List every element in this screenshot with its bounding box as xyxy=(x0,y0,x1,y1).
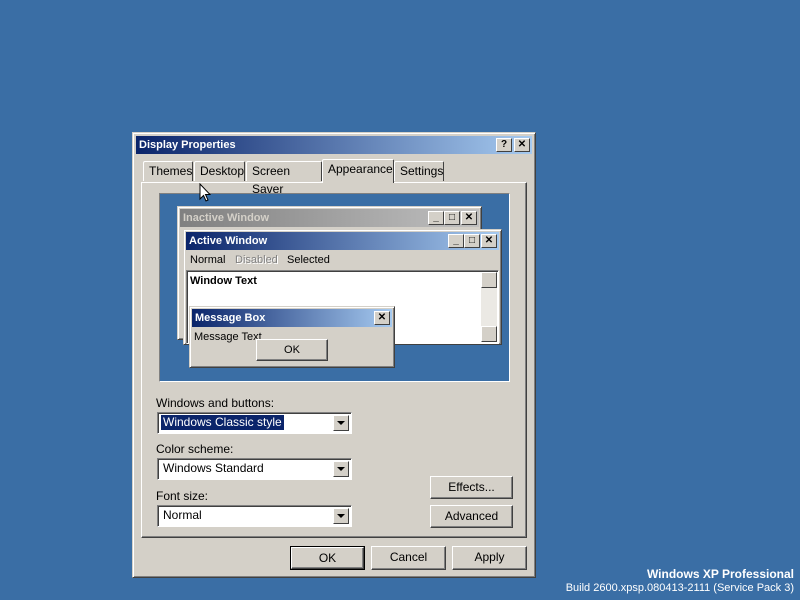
windows-buttons-label: Windows and buttons: xyxy=(156,396,275,410)
close-icon: ✕ xyxy=(461,211,477,225)
tab-appearance[interactable]: Appearance xyxy=(322,159,394,183)
appearance-preview: Inactive Window _ □ ✕ Active Window _ □ … xyxy=(159,193,510,382)
close-icon: ✕ xyxy=(374,311,390,325)
close-button[interactable]: ✕ xyxy=(514,138,530,152)
menu-disabled: Disabled xyxy=(235,254,278,266)
ok-button[interactable]: OK xyxy=(290,546,365,570)
color-scheme-label: Color scheme: xyxy=(156,442,234,456)
chevron-down-icon[interactable] xyxy=(333,508,349,524)
color-scheme-value: Windows Standard xyxy=(163,461,264,475)
chevron-down-icon[interactable] xyxy=(333,461,349,477)
help-icon: ? xyxy=(500,139,508,150)
tab-desktop[interactable]: Desktop xyxy=(194,161,245,181)
font-size-select[interactable]: Normal xyxy=(157,505,352,527)
close-icon: ✕ xyxy=(481,234,497,248)
dialog-title: Display Properties xyxy=(139,139,236,151)
tab-themes[interactable]: Themes xyxy=(143,161,193,181)
window-text: Window Text xyxy=(190,275,257,287)
minimize-icon: _ xyxy=(448,234,464,248)
minimize-icon: _ xyxy=(428,211,444,225)
font-size-label: Font size: xyxy=(156,489,209,503)
scroll-down-icon xyxy=(481,326,497,342)
close-icon: ✕ xyxy=(517,139,527,150)
maximize-icon: □ xyxy=(464,234,480,248)
windows-buttons-select[interactable]: Windows Classic style xyxy=(157,412,352,434)
apply-button[interactable]: Apply xyxy=(452,546,527,570)
advanced-button[interactable]: Advanced xyxy=(430,505,513,528)
menu-selected: Selected xyxy=(287,254,330,266)
chevron-down-icon[interactable] xyxy=(333,415,349,431)
os-version-watermark: Windows XP Professional Build 2600.xpsp.… xyxy=(566,567,794,595)
preview-active-titlebar: Active Window _ □ ✕ xyxy=(186,232,499,250)
preview-inactive-titlebar: Inactive Window _ □ ✕ xyxy=(180,209,479,227)
help-button[interactable]: ? xyxy=(496,138,512,152)
tab-screen-saver[interactable]: Screen Saver xyxy=(246,161,322,196)
message-text: Message Text xyxy=(194,331,262,343)
dialog-titlebar[interactable]: Display Properties ? ✕ xyxy=(136,136,532,154)
font-size-value: Normal xyxy=(163,508,202,522)
color-scheme-select[interactable]: Windows Standard xyxy=(157,458,352,480)
os-edition: Windows XP Professional xyxy=(646,567,794,581)
effects-button[interactable]: Effects... xyxy=(430,476,513,499)
windows-buttons-value: Windows Classic style xyxy=(161,415,284,430)
preview-menu-bar: Normal Disabled Selected xyxy=(186,252,499,268)
os-build: Build 2600.xpsp.080413-2111 (Service Pac… xyxy=(565,582,794,594)
preview-scrollbar xyxy=(481,272,497,342)
cancel-button[interactable]: Cancel xyxy=(371,546,446,570)
tab-settings[interactable]: Settings xyxy=(394,161,444,181)
preview-ok-button: OK xyxy=(256,339,328,361)
scroll-up-icon xyxy=(481,272,497,288)
maximize-icon: □ xyxy=(444,211,460,225)
mouse-cursor-icon xyxy=(199,183,211,202)
menu-normal: Normal xyxy=(190,254,226,266)
preview-msgbox-titlebar: Message Box ✕ xyxy=(192,309,392,327)
preview-message-box: Message Box ✕ Message Text OK xyxy=(189,306,395,368)
